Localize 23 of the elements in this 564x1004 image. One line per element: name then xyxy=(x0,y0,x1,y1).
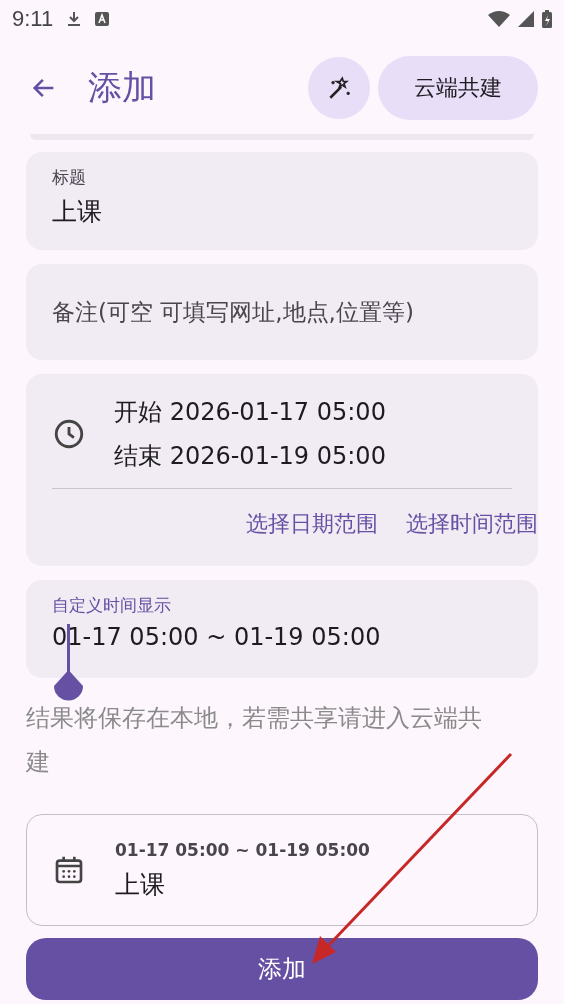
range-link[interactable]: 选择时间范围 xyxy=(406,505,538,543)
clock: 9:11 xyxy=(12,6,54,32)
battery-icon xyxy=(542,10,552,28)
event-title: 上课 xyxy=(115,868,166,901)
cloud-collab-button[interactable]: 云端共建 xyxy=(378,56,538,120)
keyboard-app-icon xyxy=(95,12,110,26)
range-link[interactable]: 选择日期范围 xyxy=(246,505,378,543)
field-label: 标题 xyxy=(52,166,87,189)
add-button[interactable]: 添加 xyxy=(26,938,538,1000)
download-icon xyxy=(67,11,82,27)
signal-icon xyxy=(518,11,534,27)
field-value: 上课 xyxy=(52,196,103,228)
page-title: 添加 xyxy=(88,66,156,109)
clock-icon xyxy=(52,417,86,451)
wifi-icon xyxy=(488,11,510,27)
title-field[interactable]: 标题 上课 xyxy=(26,152,538,250)
info-text: 结果将保存在本地，若需共享请进入云端共建 xyxy=(26,703,483,778)
calendar-icon xyxy=(53,854,85,886)
start-time: 开始 2026-01-17 05:00 xyxy=(114,397,386,428)
note-field[interactable]: 备注(可空 可填写网址,地点,位置等) xyxy=(26,264,538,360)
event-time: 01-17 05:00 ~ 01-19 05:00 xyxy=(115,839,370,860)
field-label: 自定义时间显示 xyxy=(52,594,172,617)
end-time: 结束 2026-01-19 05:00 xyxy=(114,441,386,472)
